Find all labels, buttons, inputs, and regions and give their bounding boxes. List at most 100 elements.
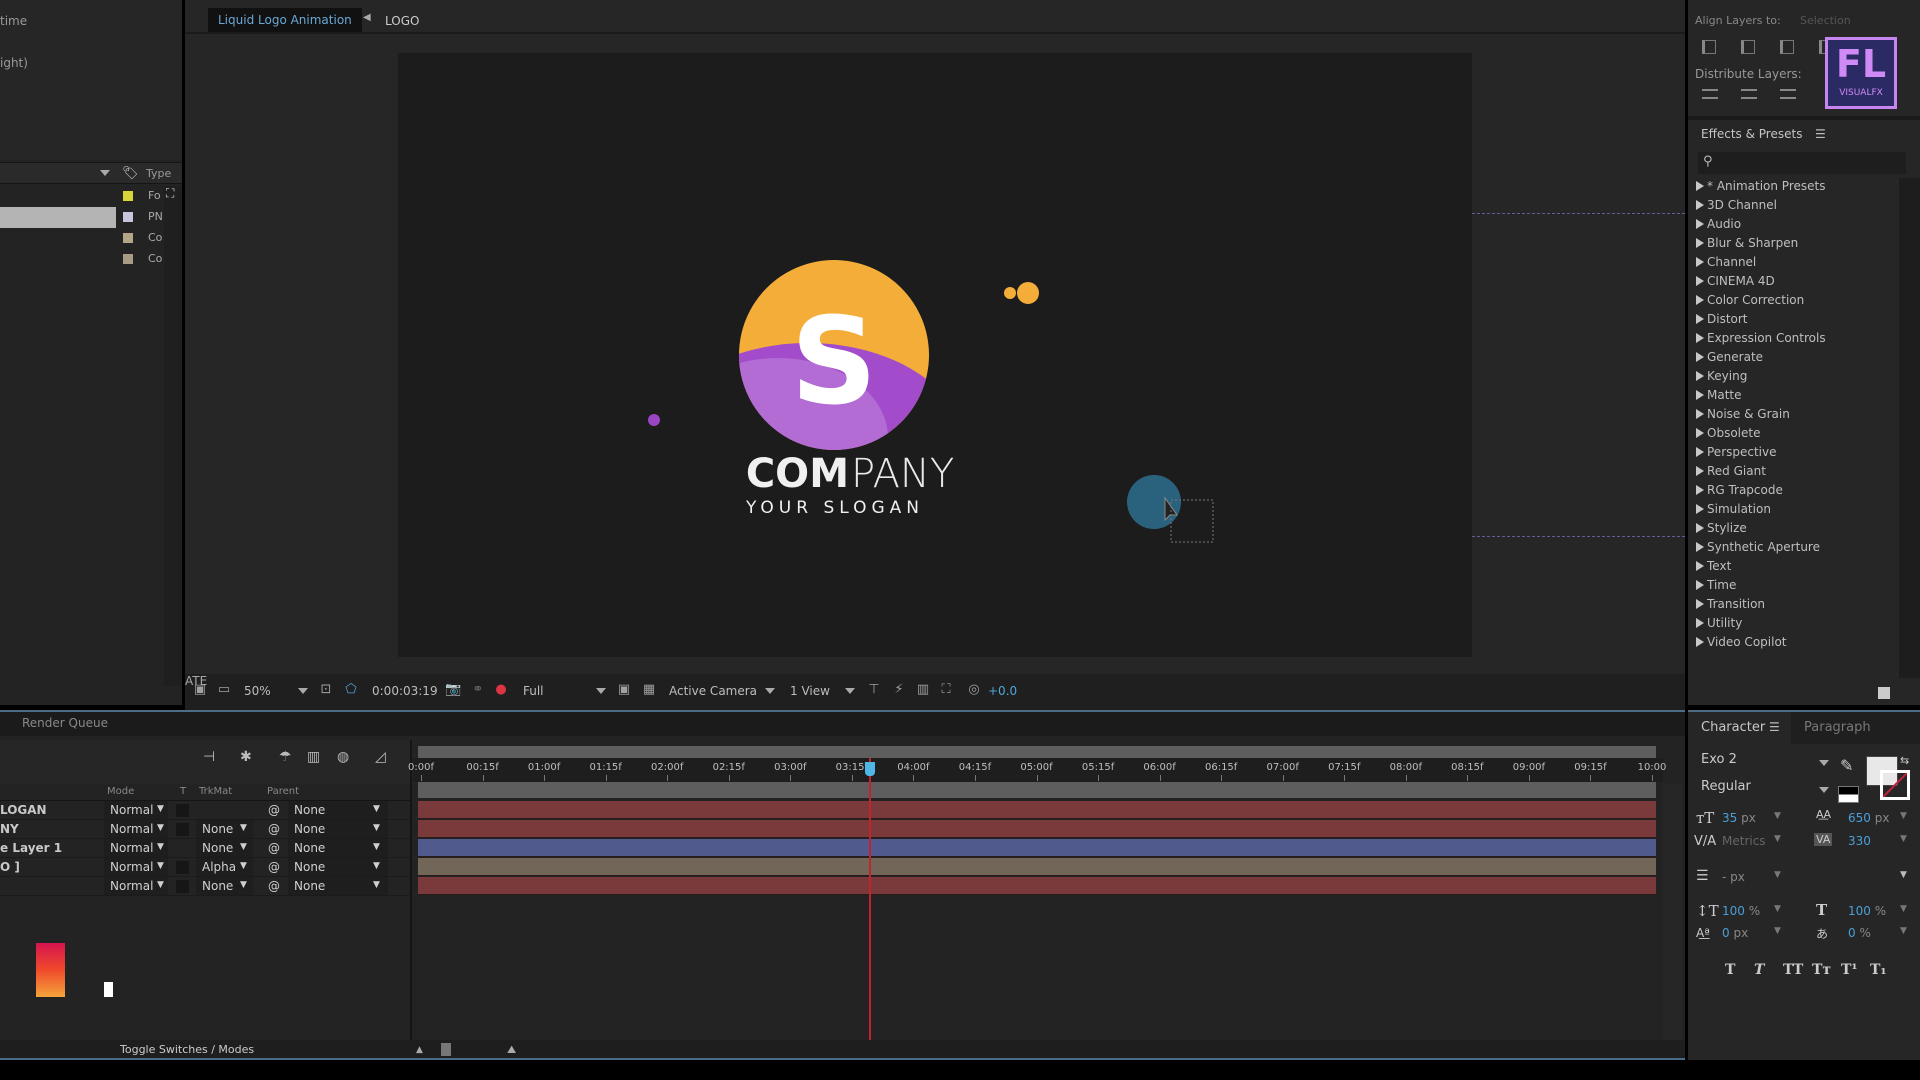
playhead-line[interactable] [869,758,872,1040]
region-of-interest-icon[interactable]: ⊡ [318,683,334,697]
layer-row[interactable]: NY Normal ▼ None ▼ @ None ▼ [0,820,410,839]
tracking-dropdown-icon[interactable]: ▼ [1900,834,1907,844]
font-family-select[interactable]: Exo 2 [1701,752,1831,767]
effects-category[interactable]: Channel [1696,253,1756,272]
tsume-dropdown-icon[interactable]: ▼ [1900,926,1907,936]
expand-triangle-icon[interactable] [1696,485,1704,495]
font-style-select[interactable]: Regular [1701,779,1831,794]
effects-category[interactable]: CINEMA 4D [1696,272,1775,291]
column-type[interactable]: Type [146,167,171,180]
effects-category[interactable]: Stylize [1696,519,1747,538]
track-matte-select[interactable]: Alpha ▼ [196,858,253,876]
distribute-top-icon[interactable] [1702,89,1718,99]
swap-colors-icon[interactable]: ⇆ [1900,754,1909,767]
expand-triangle-icon[interactable] [1696,276,1704,286]
track-matte-dropdown-icon[interactable]: ▼ [240,880,247,890]
label-color-swatch[interactable] [123,212,133,222]
parent-dropdown-icon[interactable]: ▼ [373,880,380,890]
composition-canvas[interactable]: S COM PANY YOUR SLOGAN [398,53,1472,657]
effects-category[interactable]: * Animation Presets [1696,177,1825,196]
effects-category[interactable]: Matte [1696,386,1742,405]
layer-duration-bar[interactable] [418,858,1656,876]
effects-category[interactable]: Noise & Grain [1696,405,1790,424]
effects-category[interactable]: Video Copilot [1696,633,1787,652]
label-color-swatch[interactable] [123,254,133,264]
track-matte-select[interactable]: None ▼ [196,877,253,895]
preserve-transparency-checkbox[interactable] [176,861,189,874]
layer-duration-bar[interactable] [418,877,1656,895]
pick-whip-icon[interactable]: @ [268,841,280,855]
effects-scrollbar[interactable] [1899,178,1920,678]
expand-triangle-icon[interactable] [1696,390,1704,400]
parent-dropdown-icon[interactable]: ▼ [373,861,380,871]
blend-mode-dropdown-icon[interactable]: ▼ [157,880,164,890]
panel-menu-icon[interactable]: ☰ [1815,127,1826,141]
fast-render-icon[interactable]: ⚡ [891,683,907,697]
zoom-in-icon[interactable]: ⛰ [507,1043,516,1057]
faux-italic-button[interactable]: T [1754,962,1764,978]
view-layout-select[interactable]: 1 View [790,684,830,698]
layer-duration-bar[interactable] [418,801,1656,819]
preserve-transparency-checkbox[interactable] [176,823,189,836]
panel-menu-icon[interactable]: ☰ [1769,720,1780,734]
expand-triangle-icon[interactable] [1696,523,1704,533]
effects-category[interactable]: Expression Controls [1696,329,1826,348]
tsume-value[interactable]: 0 % [1848,926,1871,940]
project-item[interactable]: Co [0,249,182,270]
font-size-number[interactable]: 35 [1722,811,1737,825]
current-timecode[interactable]: 0:00:03:19 [372,684,438,698]
baseline-shift-number[interactable]: 0 [1722,926,1730,940]
expand-triangle-icon[interactable] [1696,504,1704,514]
distribute-center-v-icon[interactable] [1741,89,1757,99]
stroke-width-value[interactable]: - px [1722,870,1745,884]
tab-liquid-logo-animation[interactable]: Liquid Logo Animation [208,8,362,32]
tab-logo[interactable]: LOGO [385,14,419,28]
zoom-slider-handle[interactable] [441,1043,451,1056]
expand-triangle-icon[interactable] [1696,542,1704,552]
channels-icon[interactable]: ● [493,683,509,697]
blend-mode-dropdown-icon[interactable]: ▼ [157,842,164,852]
baseline-shift-value[interactable]: 0 px [1722,926,1748,940]
effects-category[interactable]: Red Giant [1696,462,1766,481]
stroke-color-swatch[interactable] [1880,770,1910,800]
layer-row[interactable]: O ] Normal ▼ Alpha ▼ @ None ▼ [0,858,410,877]
exposure-value[interactable]: +0.0 [988,684,1017,698]
composition-flowchart-icon[interactable]: ⊣ [203,749,215,765]
zoom-out-icon[interactable]: ▲ [416,1045,423,1055]
resolution-select[interactable]: Full [523,684,544,698]
expand-triangle-icon[interactable] [1696,238,1704,248]
track-matte-dropdown-icon[interactable]: ▼ [240,861,247,871]
blend-mode-dropdown-icon[interactable]: ▼ [157,861,164,871]
leading-value[interactable]: 650 px [1848,811,1889,825]
timeline-scrollbar[interactable] [1663,784,1683,1040]
camera-dropdown-icon[interactable] [765,688,775,694]
layer-row[interactable]: LOGAN Normal ▼ @ None ▼ [0,801,410,820]
parent-select[interactable]: None ▼ [288,839,388,857]
flowchart-icon[interactable]: ⛶ [166,186,174,201]
effects-category[interactable]: Synthetic Aperture [1696,538,1820,557]
expand-triangle-icon[interactable] [1696,466,1704,476]
parent-dropdown-icon[interactable]: ▼ [373,823,380,833]
work-area-bar[interactable] [418,746,1656,758]
reset-exposure-icon[interactable]: ◎ [966,683,982,697]
align-right-icon[interactable] [1780,40,1794,54]
label-tag-icon[interactable]: 🏷 [122,166,139,181]
font-size-value[interactable]: 35 px [1722,811,1756,825]
expand-triangle-icon[interactable] [1696,314,1704,324]
label-color-swatch[interactable] [123,233,133,243]
effects-category[interactable]: Generate [1696,348,1763,367]
motion-blur-icon[interactable]: ◍ [337,749,349,765]
blend-mode-dropdown-icon[interactable]: ▼ [157,823,164,833]
pick-whip-icon[interactable]: @ [268,822,280,836]
layer-name[interactable]: LOGAN [0,803,47,817]
toggle-pixel-aspect-icon[interactable]: ⊤ [866,683,882,697]
blend-mode-select[interactable]: Normal ▼ [104,877,168,895]
vertical-scale-dropdown-icon[interactable]: ▼ [1774,904,1781,914]
expand-triangle-icon[interactable] [1696,599,1704,609]
always-preview-icon[interactable]: ▣ [192,683,208,697]
resolution-dropdown-icon[interactable] [596,688,606,694]
graph-editor-icon[interactable]: ◿ [375,749,386,765]
draft-3d-icon[interactable]: ✱ [240,749,252,765]
layer-name[interactable]: O ] [0,860,20,874]
parent-dropdown-icon[interactable]: ▼ [373,842,380,852]
